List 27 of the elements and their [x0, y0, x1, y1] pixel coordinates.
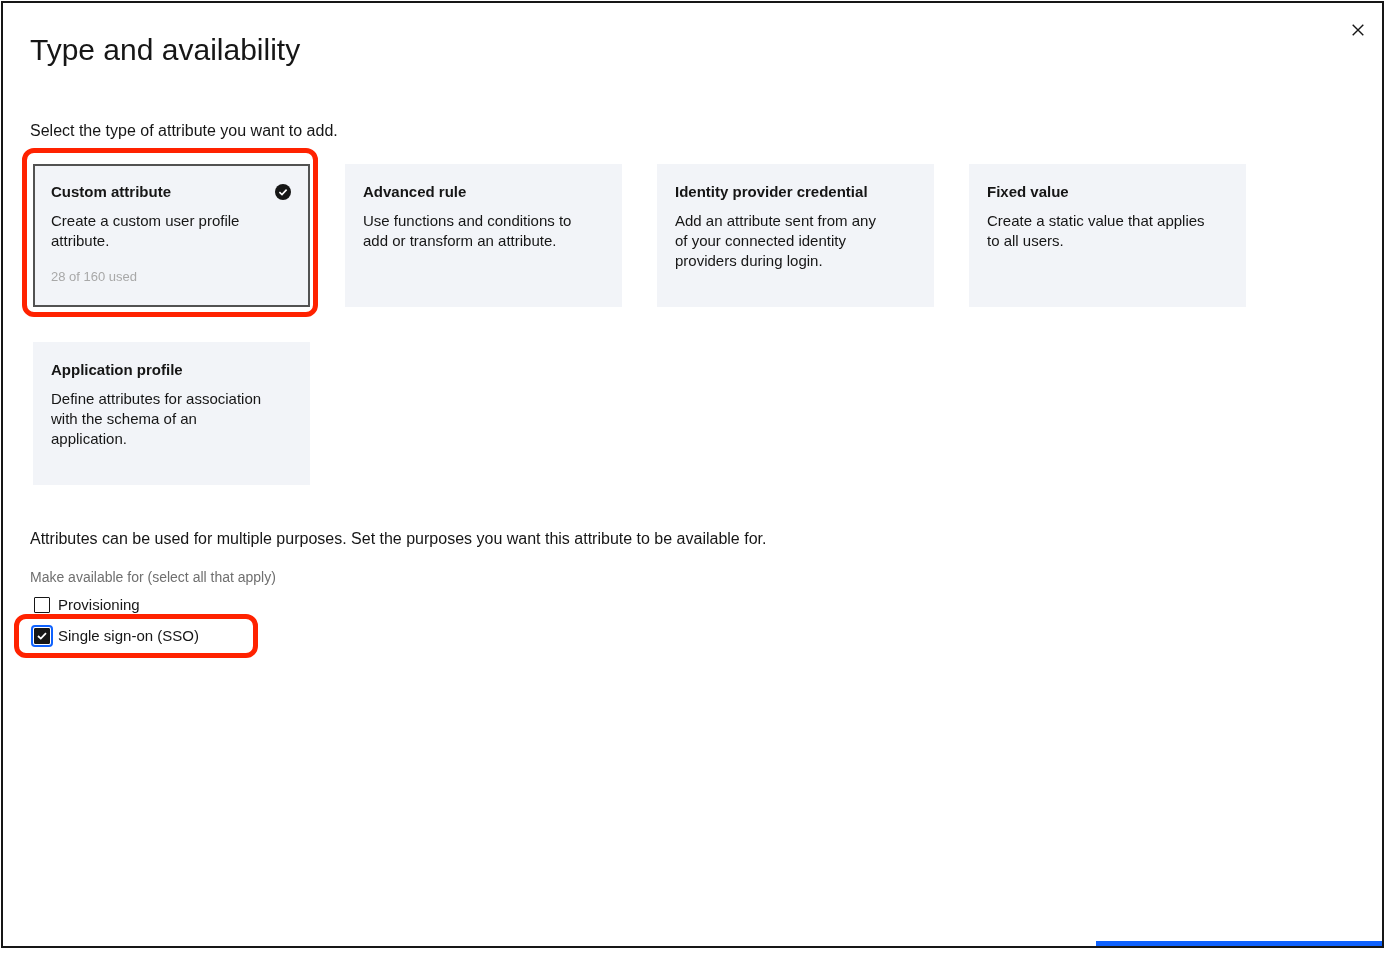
- dialog-title: Type and availability: [30, 32, 301, 68]
- purpose-note: Attributes can be used for multiple purposes. Set the purposes you want this attribute to be available for.: [30, 529, 767, 549]
- attribute-type-tile[interactable]: Fixed value Create a static value that applies to all users.: [969, 164, 1246, 307]
- tile-description: Use functions and conditions to add or transform an attribute.: [363, 211, 572, 251]
- attribute-type-tile[interactable]: Application profile Define attributes for association with the schema of an application.: [33, 342, 310, 485]
- attribute-type-tile[interactable]: Identity provider credential Add an attribute sent from any of your connected identity providers during login.: [657, 164, 934, 307]
- tile-title: Custom attribute: [51, 182, 171, 202]
- tile-description: Add an attribute sent from any of your connected identity providers during login.: [675, 211, 876, 271]
- tile-description: Create a custom user profile attribute.: [51, 211, 240, 251]
- usage-count: 28 of 160 used: [51, 268, 138, 286]
- tile-title: Advanced rule: [363, 182, 467, 202]
- checkbox-label[interactable]: Single sign-on (SSO): [58, 626, 199, 646]
- checkmark-icon: [37, 632, 47, 640]
- tile-description: Define attributes for association with the schema of an application.: [51, 389, 262, 449]
- attribute-type-tile[interactable]: Advanced rule Use functions and conditions to add or transform an attribute.: [345, 164, 622, 307]
- tile-description: Create a static value that applies to all users.: [987, 211, 1205, 251]
- close-icon: [1352, 24, 1364, 36]
- type-prompt: Select the type of attribute you want to add.: [30, 121, 338, 141]
- tile-title: Application profile: [51, 360, 183, 380]
- checkmark-circle-icon: [275, 184, 291, 200]
- checkbox[interactable]: [34, 597, 50, 613]
- attribute-type-tile[interactable]: Custom attribute Create a custom user profile attribute. 28 of 160 used: [33, 164, 310, 307]
- tile-title: Fixed value: [987, 182, 1069, 202]
- checkbox[interactable]: [34, 628, 50, 644]
- tile-title: Identity provider credential: [675, 182, 868, 202]
- checkbox-label[interactable]: Provisioning: [58, 595, 140, 615]
- group-label: Make available for (select all that apply): [30, 569, 276, 585]
